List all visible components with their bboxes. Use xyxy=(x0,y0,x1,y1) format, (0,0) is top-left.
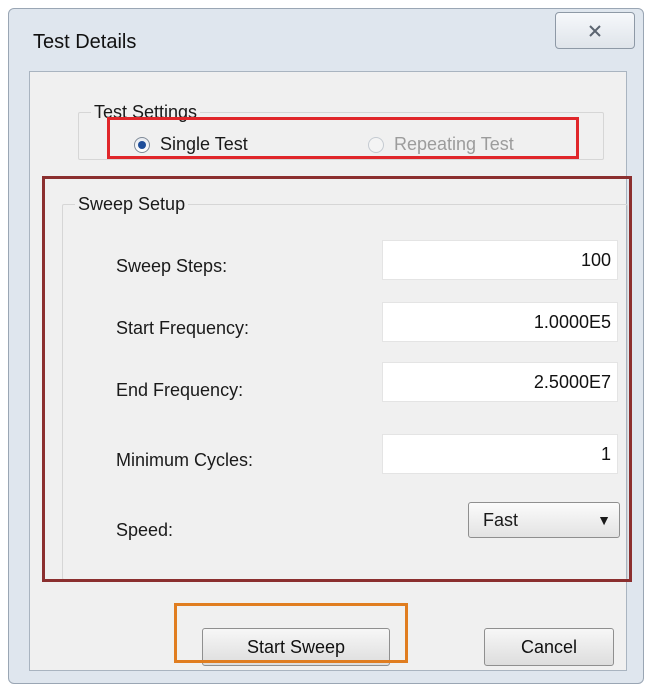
single-test-radio-icon[interactable] xyxy=(134,136,150,153)
radio-single-test[interactable]: Single Test xyxy=(134,134,248,155)
chevron-down-icon[interactable]: ▼ xyxy=(589,512,619,528)
dialog-title: Test Details xyxy=(33,31,137,53)
sweep-setup-legend: Sweep Setup xyxy=(75,194,189,214)
radio-repeating-test[interactable]: Repeating Test xyxy=(368,134,514,155)
test-details-dialog: Test Details Test Settings Single Test R… xyxy=(8,8,644,684)
repeating-test-label: Repeating Test xyxy=(394,134,514,154)
cancel-button[interactable]: Cancel xyxy=(484,628,614,666)
start-frequency-label: Start Frequency: xyxy=(116,318,250,338)
test-settings-legend: Test Settings xyxy=(91,102,201,122)
close-x-icon xyxy=(589,24,601,37)
single-test-label: Single Test xyxy=(160,134,248,154)
close-button[interactable] xyxy=(555,12,635,49)
speed-label: Speed: xyxy=(116,520,174,540)
radio-selected-dot xyxy=(138,140,146,149)
end-frequency-input[interactable] xyxy=(382,362,618,402)
start-frequency-input[interactable] xyxy=(382,302,618,342)
dialog-client-area: Test Settings Single Test Repeating Test… xyxy=(29,71,628,671)
minimum-cycles-label: Minimum Cycles: xyxy=(116,450,254,470)
minimum-cycles-input[interactable] xyxy=(382,434,618,474)
repeating-test-radio-icon[interactable] xyxy=(368,136,384,153)
sweep-steps-label: Sweep Steps: xyxy=(116,256,228,276)
start-sweep-button[interactable]: Start Sweep xyxy=(202,628,390,666)
title-bar: Test Details xyxy=(9,9,643,69)
sweep-steps-input[interactable] xyxy=(382,240,618,280)
speed-select-value: Fast xyxy=(483,509,519,530)
speed-select[interactable]: Fast ▼ xyxy=(468,502,620,538)
end-frequency-label: End Frequency: xyxy=(116,380,244,400)
